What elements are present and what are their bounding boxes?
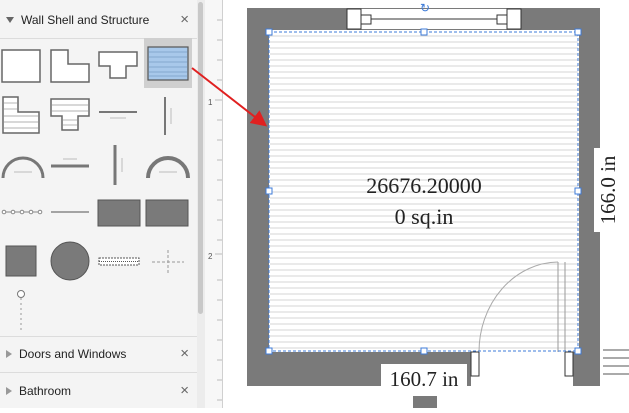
shape-library-panel: Wall Shell and Structure × Doors and Win… [0,0,206,408]
crosshair-marker-shape[interactable] [148,248,188,276]
resize-handle-se[interactable] [574,347,582,355]
resize-handle-ne[interactable] [574,28,582,36]
arc-wall-shape[interactable] [0,146,46,182]
square-room-shape[interactable] [0,46,42,86]
l-shaped-room-shape[interactable] [48,46,92,86]
selected-shape-highlight[interactable] [144,38,192,88]
resize-handle-w[interactable] [265,187,273,195]
t-shaped-room-shape[interactable] [96,46,140,86]
floor-tile-room-shape[interactable] [144,38,192,88]
chevron-down-icon[interactable] [6,17,14,23]
height-dimension-label: 166.0 in [596,155,620,224]
wall-segment-shape[interactable] [96,100,140,130]
close-icon[interactable]: × [180,383,189,398]
dimension-line-shape[interactable] [0,202,44,222]
section-title: Doors and Windows [19,347,127,361]
vertical-thick-wall-shape[interactable] [104,142,130,188]
section-header-bathroom[interactable]: Bathroom × [0,373,197,409]
close-icon[interactable]: × [180,346,189,361]
dashed-wall-shape[interactable] [96,254,142,270]
room-area-unit: 0 sq.in [395,204,454,229]
panel-scrollbar[interactable] [197,0,205,408]
floor-plan: ↻ 26676.20000 0 sq.in 160.7 in 166.0 in [247,1,629,408]
l-shaped-floor-shape[interactable] [0,94,42,136]
resize-handle-n[interactable] [420,28,428,36]
chevron-right-icon[interactable] [6,387,12,395]
drawing-canvas[interactable]: ↻ 26676.20000 0 sq.in 160.7 in 166.0 in [223,0,629,408]
vertical-ruler: 1 2 [205,0,223,408]
rotate-handle-icon[interactable]: ↻ [420,1,430,15]
square-column-shape[interactable] [4,244,38,278]
resize-handle-sw[interactable] [265,347,273,355]
window-top[interactable] [346,8,522,30]
resize-handle-s[interactable] [420,347,428,355]
arc-wall-thick-shape[interactable] [144,146,192,182]
thick-wall-segment-shape[interactable] [48,148,92,178]
close-icon[interactable]: × [180,12,189,27]
thin-wall-line-shape[interactable] [48,202,92,222]
section-title: Bathroom [19,384,72,398]
section-header-doors-windows[interactable]: Doors and Windows × [0,336,197,372]
shape-grid [0,38,197,338]
section-title: Wall Shell and Structure [21,13,150,27]
width-dimension-label: 160.7 in [390,367,459,391]
resize-handle-e[interactable] [574,187,582,195]
wall-block-shape-2[interactable] [144,198,190,228]
room-area-value: 26676.20000 [366,173,482,198]
ruler-ticks [215,19,222,401]
scrollbar-thumb[interactable] [198,2,203,314]
stairs-fragment [600,346,629,378]
resize-handle-nw[interactable] [265,28,273,36]
section-header-wall-shell[interactable]: Wall Shell and Structure × [0,2,197,38]
wall-block-shape[interactable] [96,198,142,228]
wall-stub-bottom [413,396,437,408]
chevron-right-icon[interactable] [6,350,12,358]
vertical-wall-segment-shape[interactable] [154,94,180,138]
elevation-marker-shape[interactable] [12,288,30,332]
t-shaped-floor-shape[interactable] [48,96,92,136]
round-column-shape[interactable] [48,240,92,282]
